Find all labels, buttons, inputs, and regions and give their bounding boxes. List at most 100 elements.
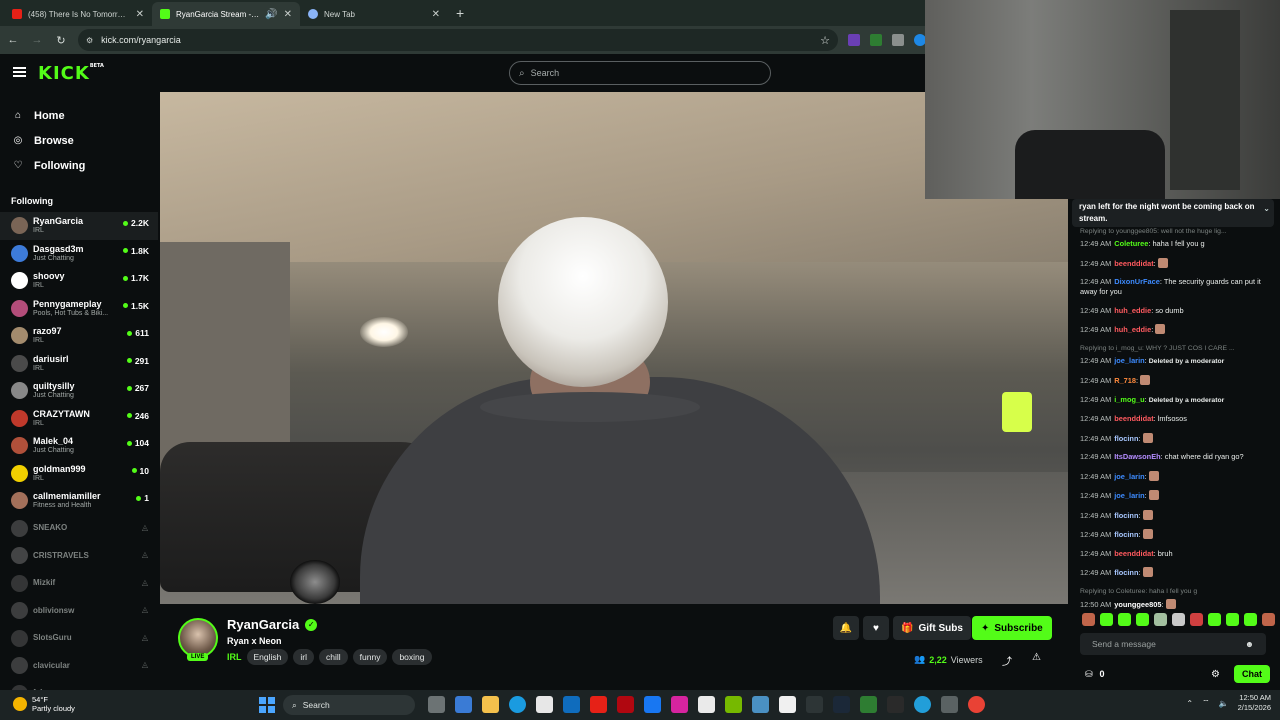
back-arrow-icon[interactable]: ← — [6, 34, 20, 46]
chat-message-input[interactable]: Send a message ☻ — [1080, 633, 1266, 655]
browser-tab-youtube[interactable]: (458) There Is No Tomorrow - Y ✕ — [4, 2, 152, 26]
new-tab-plus-icon[interactable]: + — [456, 5, 464, 21]
sidebar-channel-callmemiamiller[interactable]: callmemiamiller Fitness and Health 1 — [0, 487, 158, 515]
stream-category-link[interactable]: IRL — [227, 652, 242, 662]
chat-username[interactable]: joe_larin — [1114, 356, 1144, 365]
streamer-name[interactable]: RyanGarcia ✓ — [227, 617, 318, 632]
chat-username[interactable]: joe_larin — [1114, 491, 1144, 500]
emote-icon[interactable] — [1172, 613, 1185, 626]
sidebar-offline-channel[interactable]: SNEAKO ◬ — [0, 515, 158, 543]
chat-username[interactable]: flocinn — [1114, 568, 1138, 577]
share-icon[interactable]: ⤴ — [1002, 653, 1012, 668]
report-warning-icon[interactable]: ⚠ — [1032, 652, 1041, 663]
settings-icon[interactable] — [941, 696, 958, 713]
sidebar-offline-channel[interactable]: oblivionsw ◬ — [0, 597, 158, 625]
emote-icon[interactable] — [1244, 613, 1257, 626]
chat-username[interactable]: flocinn — [1114, 434, 1138, 443]
epic-games-icon[interactable] — [887, 696, 904, 713]
browser-tab-newtab[interactable]: New Tab ✕ — [300, 2, 448, 26]
sidebar-channel-pennygameplay[interactable]: Pennygameplay Pools, Hot Tubs & Biki... 1.… — [0, 295, 158, 323]
gift-subs-button[interactable]: 🎁 Gift Subs — [893, 616, 971, 640]
chat-username[interactable]: beenddidat — [1114, 414, 1153, 423]
store-icon[interactable] — [536, 696, 553, 713]
chat-send-button[interactable]: Chat — [1234, 665, 1270, 683]
emote-icon[interactable] — [1262, 613, 1275, 626]
chat-username[interactable]: younggee805 — [1114, 600, 1161, 609]
close-tab-icon[interactable]: ✕ — [284, 9, 292, 20]
chat-username[interactable]: huh_eddie — [1114, 306, 1151, 315]
menu-hamburger-icon[interactable] — [13, 67, 26, 77]
tag-irl[interactable]: irl — [293, 649, 314, 665]
notification-bell-button[interactable]: 🔔 — [833, 616, 859, 640]
follow-heart-button[interactable]: ♥ — [863, 616, 889, 640]
close-tab-icon[interactable]: ✕ — [432, 9, 440, 20]
chevron-up-icon[interactable]: ⌃ — [1186, 699, 1193, 708]
chrome-icon[interactable] — [968, 696, 985, 713]
instagram-icon[interactable] — [671, 696, 688, 713]
emote-icon[interactable] — [1100, 613, 1113, 626]
streamer-avatar[interactable] — [178, 618, 218, 658]
clock[interactable]: 12:50 AM 2/15/2026 — [1238, 693, 1271, 713]
file-explorer-icon[interactable] — [482, 696, 499, 713]
nvidia-icon[interactable] — [725, 696, 742, 713]
extension-kick-icon[interactable] — [848, 34, 860, 46]
sidebar-channel-dasgasd3m[interactable]: Dasgasd3m Just Chatting 1.8K — [0, 240, 158, 268]
speaker-icon[interactable]: 🔊 — [265, 9, 277, 20]
sidebar-offline-channel[interactable]: clavicular ◬ — [0, 652, 158, 680]
chat-username[interactable]: flocinn — [1114, 511, 1138, 520]
chat-username[interactable]: beenddidat — [1114, 549, 1153, 558]
speaker-icon[interactable]: 🔈 — [1219, 699, 1229, 708]
extension-badge-icon[interactable] — [870, 34, 882, 46]
site-info-icon[interactable]: ⚙ — [86, 36, 93, 45]
windows-start-icon[interactable] — [259, 697, 275, 713]
search-input[interactable]: ⌕ Search — [509, 61, 771, 85]
taskbar-search[interactable]: ⌕ Search — [283, 695, 415, 715]
sidebar-channel-shoovy[interactable]: shoovy IRL 1.7K — [0, 267, 158, 295]
chat-username[interactable]: R_718 — [1114, 376, 1136, 385]
chat-username[interactable]: ItsDawsonEh — [1114, 452, 1160, 461]
sidebar-channel-quiltysilly[interactable]: quiltysilly Just Chatting 267 — [0, 377, 158, 405]
sidebar-channel-malek_04[interactable]: Malek_04 Just Chatting 104 — [0, 432, 158, 460]
sidebar-channel-goldman999[interactable]: goldman999 IRL 10 — [0, 460, 158, 488]
app-icon[interactable] — [806, 696, 823, 713]
sidebar-channel-dariusirl[interactable]: dariusirl IRL 291 — [0, 350, 158, 378]
outlook-icon[interactable] — [563, 696, 580, 713]
emote-icon[interactable] — [1226, 613, 1239, 626]
subscribe-button[interactable]: ✦ Subscribe — [972, 616, 1052, 640]
emote-icon[interactable] — [1082, 613, 1095, 626]
chat-username[interactable]: beenddidat — [1114, 259, 1153, 268]
kick-logo[interactable]: KICKBETA — [38, 63, 104, 84]
extension-puzzle-icon[interactable] — [892, 34, 904, 46]
emote-icon[interactable] — [1190, 613, 1203, 626]
steam-icon[interactable] — [833, 696, 850, 713]
chat-settings-gear-icon[interactable]: ⚙ — [1211, 669, 1220, 680]
sidebar-offline-channel[interactable]: SlotsGuru ◬ — [0, 625, 158, 653]
copilot-icon[interactable] — [455, 696, 472, 713]
tag-funny[interactable]: funny — [352, 649, 388, 665]
sidebar-offline-channel[interactable]: CRISTRAVELS ◬ — [0, 542, 158, 570]
forward-arrow-icon[interactable]: → — [30, 34, 44, 46]
emoji-picker-icon[interactable]: ☻ — [1245, 639, 1254, 649]
nav-browse[interactable]: ◎ Browse — [0, 128, 158, 153]
amazon-icon[interactable] — [698, 696, 715, 713]
emote-icon[interactable] — [1136, 613, 1149, 626]
sidebar-channel-crazytawn[interactable]: CRAZYTAWN IRL 246 — [0, 405, 158, 433]
nav-following[interactable]: ♡ Following — [0, 153, 158, 178]
browser-tab-kick[interactable]: RyanGarcia Stream - Watch 🔊 ✕ — [152, 2, 300, 26]
chat-username[interactable]: flocinn — [1114, 530, 1138, 539]
tag-english[interactable]: English — [246, 649, 289, 665]
netflix-icon[interactable] — [617, 696, 634, 713]
chat-username[interactable]: Coleturee — [1114, 239, 1148, 248]
roblox-icon[interactable] — [779, 696, 796, 713]
chat-username[interactable]: joe_larin — [1114, 472, 1144, 481]
youtube-icon[interactable] — [590, 696, 607, 713]
app-icon[interactable] — [860, 696, 877, 713]
points-icon[interactable]: ⛁ — [1085, 669, 1093, 680]
facebook-icon[interactable] — [644, 696, 661, 713]
close-tab-icon[interactable]: ✕ — [136, 9, 144, 20]
task-view-icon[interactable] — [428, 696, 445, 713]
telegram-icon[interactable] — [914, 696, 931, 713]
weather-widget[interactable]: 54°F Partly cloudy — [13, 695, 75, 713]
tag-chill[interactable]: chill — [319, 649, 348, 665]
tag-boxing[interactable]: boxing — [392, 649, 432, 665]
